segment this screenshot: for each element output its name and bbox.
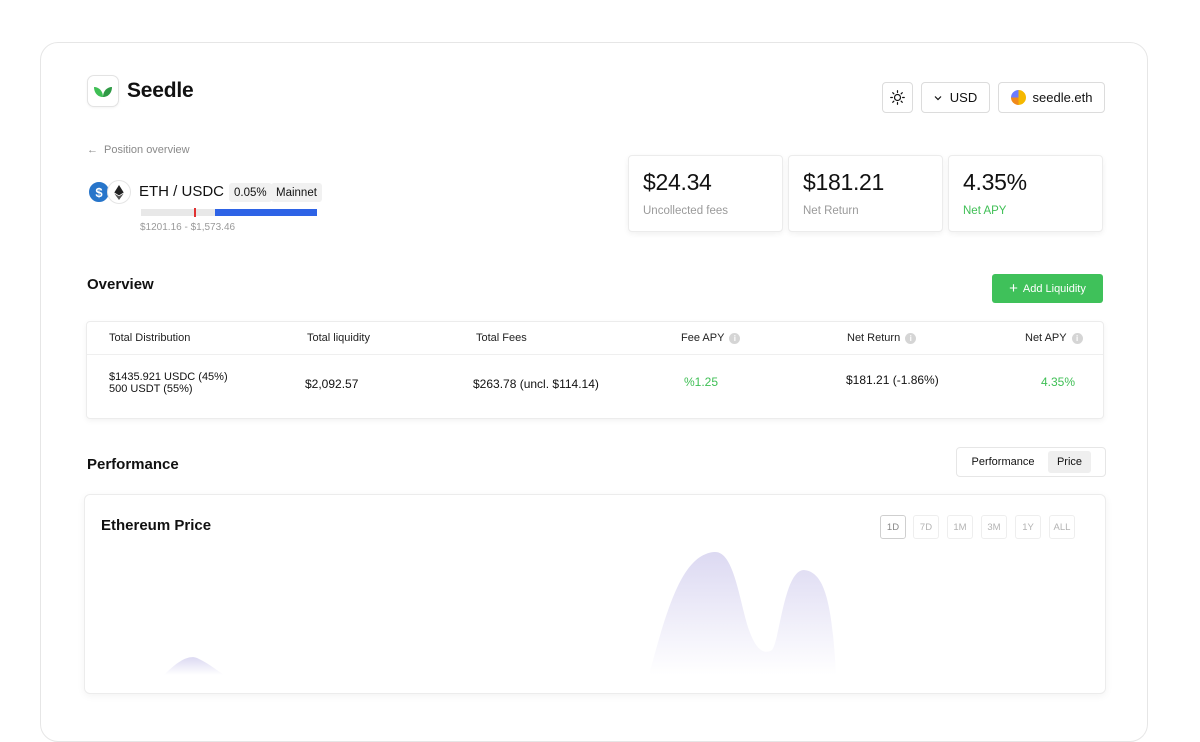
range-1m-button[interactable]: 1M	[947, 515, 973, 539]
sun-icon	[890, 90, 905, 105]
range-all-button[interactable]: ALL	[1049, 515, 1075, 539]
range-3m-button[interactable]: 3M	[981, 515, 1007, 539]
back-link-label: Position overview	[104, 144, 190, 156]
currency-label: USD	[949, 90, 978, 105]
leaf-logo-icon	[87, 75, 119, 107]
distribution-line: 500 USDT (55%)	[109, 383, 193, 395]
brand-name: Seedle	[127, 79, 194, 102]
performance-heading: Performance	[87, 456, 179, 473]
distribution-cell: $1435.921 USDC (45%) 500 USDT (55%)	[109, 371, 228, 395]
arrow-left-icon: ←	[87, 144, 98, 156]
table-divider	[87, 354, 1103, 355]
stat-value: $181.21	[803, 169, 885, 195]
info-icon[interactable]: i	[1071, 332, 1083, 344]
price-range-fill	[215, 209, 317, 216]
stat-label: Uncollected fees	[643, 205, 729, 217]
price-range-text: $1201.16 - $1,573.46	[140, 222, 236, 233]
chevron-down-icon	[934, 95, 942, 100]
column-header-net-return: Net Return i	[847, 332, 917, 344]
range-7d-button[interactable]: 7D	[913, 515, 939, 539]
range-1d-button[interactable]: 1D	[880, 515, 906, 539]
stat-label: Net Return	[803, 205, 859, 217]
current-price-marker	[194, 208, 196, 217]
overview-table	[86, 321, 1104, 419]
fee-apy-cell: %1.25	[684, 375, 719, 389]
net-apy-cell: 4.35%	[1041, 375, 1076, 389]
column-header-net-apy: Net APY i	[1025, 332, 1083, 344]
stat-label: Net APY	[963, 205, 1007, 217]
stat-value: $24.34	[643, 169, 712, 195]
column-header-label: Net APY	[1025, 332, 1067, 344]
column-header: Total Fees	[476, 332, 527, 344]
tab-performance[interactable]: Performance	[963, 451, 1043, 473]
liquidity-cell: $2,092.57	[305, 377, 359, 391]
eth-token-icon	[107, 180, 131, 204]
price-area-chart	[164, 551, 836, 675]
distribution-line: $1435.921 USDC (45%)	[109, 371, 228, 383]
add-liquidity-button[interactable]: + Add Liquidity	[992, 274, 1103, 303]
stat-value: 4.35%	[963, 169, 1027, 195]
chart-title: Ethereum Price	[101, 517, 212, 534]
wallet-label: seedle.eth	[1032, 90, 1093, 105]
range-1y-button[interactable]: 1Y	[1015, 515, 1041, 539]
theme-toggle-button[interactable]	[882, 82, 913, 113]
column-header: Total liquidity	[307, 332, 370, 344]
add-liquidity-label: Add Liquidity	[1022, 282, 1086, 295]
stat-card-net-apy: 4.35% Net APY	[948, 155, 1103, 232]
net-return-cell: $181.21 (-1.86%)	[846, 373, 939, 387]
wallet-avatar-icon	[1010, 90, 1026, 105]
column-header-fee-apy: Fee APY i	[681, 332, 741, 344]
plus-icon: +	[1009, 280, 1018, 297]
price-area	[164, 657, 224, 675]
info-icon[interactable]: i	[905, 332, 917, 344]
stat-card-net-return: $181.21 Net Return	[788, 155, 943, 232]
currency-select[interactable]: USD	[921, 82, 990, 113]
column-header: Total Distribution	[109, 332, 191, 344]
pair-name: ETH / USDC	[139, 183, 225, 200]
stat-card-uncollected-fees: $24.34 Uncollected fees	[628, 155, 783, 232]
fee-tier-badge: 0.05%	[229, 183, 272, 202]
overview-heading: Overview	[87, 276, 154, 293]
column-header-label: Net Return	[847, 332, 901, 344]
fees-cell: $263.78 (uncl. $114.14)	[473, 377, 599, 391]
wallet-button[interactable]: seedle.eth	[998, 82, 1105, 113]
info-icon[interactable]: i	[729, 332, 741, 344]
column-header-label: Fee APY	[681, 332, 725, 344]
price-area	[649, 551, 836, 675]
tab-price[interactable]: Price	[1048, 451, 1091, 473]
network-badge: Mainnet	[271, 183, 322, 202]
back-link[interactable]: ← Position overview	[87, 144, 190, 156]
